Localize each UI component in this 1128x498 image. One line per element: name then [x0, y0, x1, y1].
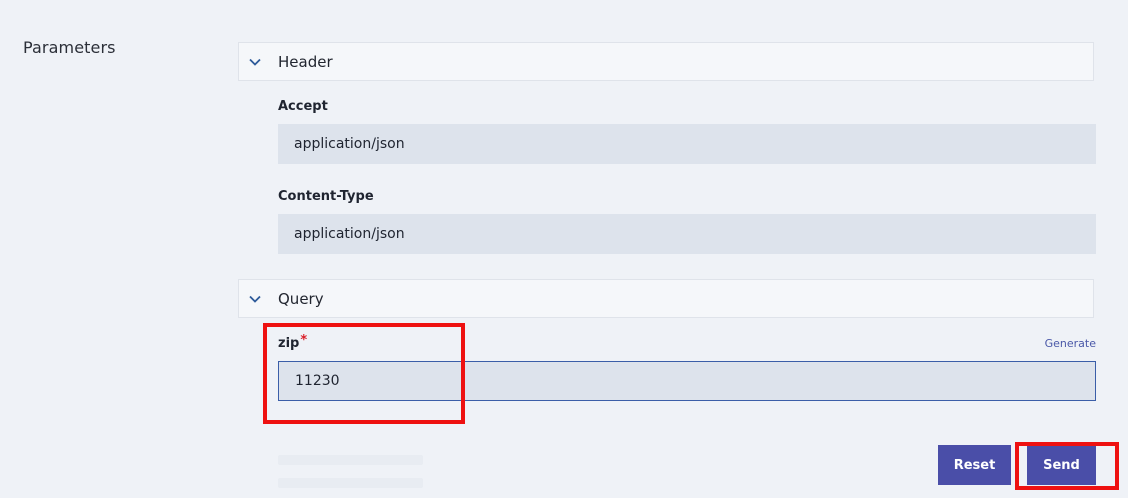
- zip-field[interactable]: [278, 361, 1096, 401]
- faded-placeholder: [278, 478, 423, 488]
- query-section-toggle[interactable]: Query: [238, 279, 1094, 318]
- content-type-label: Content-Type: [278, 189, 374, 204]
- content-type-field[interactable]: [278, 214, 1096, 254]
- required-marker: *: [300, 333, 308, 348]
- parameters-title: Parameters: [23, 38, 116, 57]
- accept-label: Accept: [278, 99, 328, 114]
- accept-field[interactable]: [278, 124, 1096, 164]
- header-section-label: Header: [278, 52, 333, 71]
- zip-label-text: zip: [278, 336, 300, 351]
- query-section-label: Query: [278, 289, 324, 308]
- send-button[interactable]: Send: [1027, 445, 1096, 485]
- generate-link[interactable]: Generate: [1045, 337, 1096, 350]
- faded-placeholder: [278, 455, 423, 465]
- reset-button[interactable]: Reset: [938, 445, 1011, 485]
- zip-label: zip*: [278, 333, 308, 351]
- chevron-down-icon: [248, 292, 262, 306]
- chevron-down-icon: [248, 55, 262, 69]
- header-section-toggle[interactable]: Header: [238, 42, 1094, 81]
